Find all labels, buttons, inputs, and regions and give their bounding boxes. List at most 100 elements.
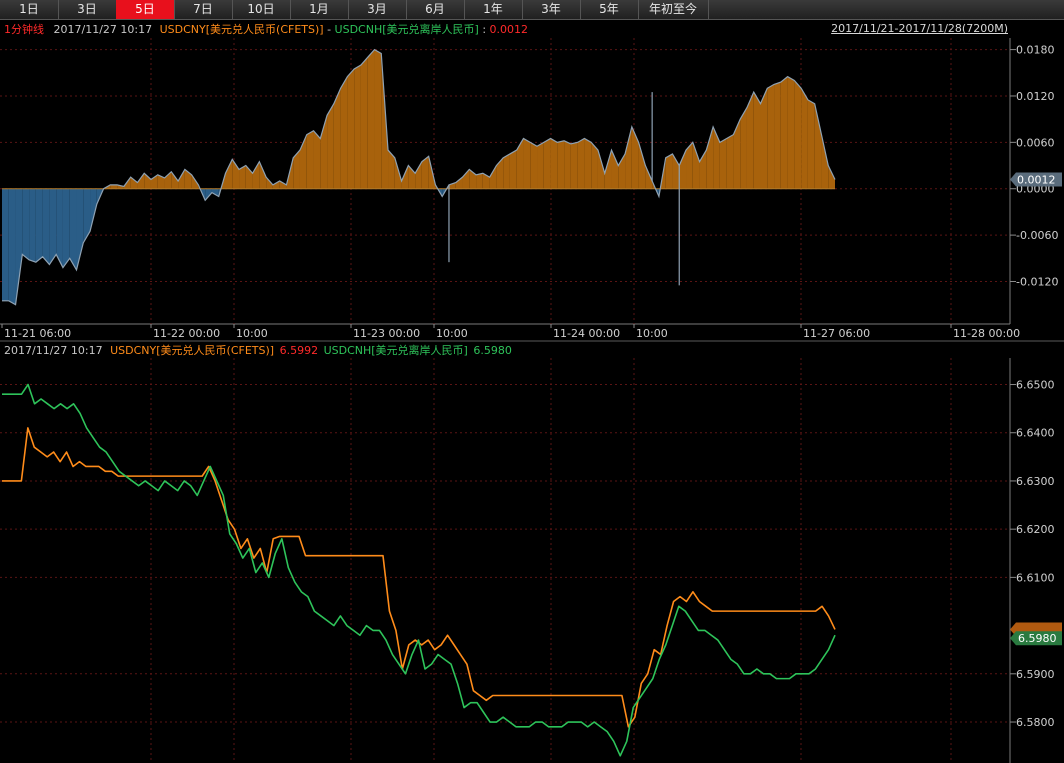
spread-area-positive [171,171,179,189]
spread-area-positive [719,138,727,189]
spread-area-positive [564,140,571,189]
spread-area-negative [200,188,206,201]
spread-area-positive [293,150,300,189]
spread-area-positive [272,181,280,189]
spread-area-positive [821,134,829,189]
spread-area-positive [476,173,483,189]
current-spread-label: 0.0012 [1017,173,1056,186]
x-tick-label: 11-23 00:00 [353,327,420,340]
spread-area-positive [333,88,341,189]
tab-1月[interactable]: 1月 [290,0,349,19]
tab-5日[interactable]: 5日 [116,0,175,19]
spread-area-positive [482,173,490,189]
spread-area-positive [103,184,111,189]
spread-area-positive [516,138,524,189]
tab-10日[interactable]: 10日 [232,0,291,19]
spread-area-positive [354,65,361,189]
spread-area-negative [22,188,30,260]
tab-7日[interactable]: 7日 [174,0,233,19]
spread-area-positive [692,142,700,189]
spread-area-positive [530,142,538,189]
spread-area-positive [435,184,438,189]
spread-area-positive [144,173,151,189]
spread-area-positive [652,181,656,189]
spread-area-positive [597,150,605,189]
spread-area-positive [570,142,578,189]
bottom-y-tick-label: 6.6100 [1016,571,1055,584]
spread-area-negative [658,188,661,197]
spread-area-positive [327,103,334,189]
x-tick-label: 11-28 00:00 [953,327,1020,340]
top-y-tick-label: 0.0000 [1016,183,1055,196]
spread-area-positive [455,177,463,189]
spread-area-positive [611,150,619,189]
spread-area-positive [828,165,835,189]
spread-area-positive [408,165,416,189]
spread-area-positive [123,177,131,189]
spread-area-positive [428,156,436,189]
spread-area-positive [557,140,565,189]
tab-5年[interactable]: 5年 [580,0,639,19]
spread-area-positive [245,165,253,189]
spread-area-positive [374,49,382,189]
spread-area-positive [523,138,531,189]
spread-area-positive [367,49,375,189]
spread-area-positive [252,161,260,189]
spread-area-negative [211,188,219,197]
x-tick-label: 10:00 [236,327,268,340]
spread-area-positive [733,119,741,189]
spread-area-positive [259,161,267,189]
spread-area-positive [299,134,307,189]
spread-value: 0.0012 [489,23,529,36]
spread-area-positive [814,103,822,189]
x-tick-label: 10:00 [436,327,468,340]
spread-area-positive [604,150,612,189]
x-tick-label: 11-22 00:00 [153,327,220,340]
tab-3月[interactable]: 3月 [348,0,407,19]
spread-area-positive [388,150,395,189]
spread-chart-header: 1分钟线 2017/11/27 10:17 USDCNY[美元兑人民币(CFET… [4,22,528,38]
spread-area-positive [381,53,389,189]
tab-3日[interactable]: 3日 [58,0,117,19]
tab-3年[interactable]: 3年 [522,0,581,19]
x-tick-label: 11-27 06:00 [803,327,870,340]
spread-area-positive [509,150,517,189]
spread-area-positive [591,142,598,189]
spread-area-positive [191,174,199,189]
top-y-tick-label: 0.0060 [1016,136,1055,149]
spread-area-positive [157,174,165,189]
top-y-tick-label: -0.0120 [1016,275,1058,288]
current-spread-marker [1010,172,1062,187]
tab-1日[interactable]: 1日 [0,0,59,19]
spread-area-negative [2,188,9,301]
spread-area-positive [645,165,653,189]
cnh-series-label: USDCNH[美元兑离岸人民币] [323,344,468,357]
spread-area-positive [638,142,646,189]
spread-area-negative [69,188,77,270]
spread-area-negative [15,188,23,305]
interval-label[interactable]: 1分钟线 [4,23,44,36]
spread-area-positive [130,177,138,189]
tab-年初至今[interactable]: 年初至今 [638,0,709,19]
x-tick-label: 11-21 06:00 [4,327,71,340]
spread-area-positive [746,92,754,189]
tab-6月[interactable]: 6月 [406,0,465,19]
spread-area-positive [631,126,639,189]
spread-area-positive [220,173,226,189]
spread-colon: : [478,23,490,36]
fx-chart-canvas[interactable]: 0.0180 0.0120 0.0060 0.0000 -0.0060 -0.0120 0.… [0,0,1064,763]
spread-area-negative [8,188,16,305]
spread-area-positive [178,169,185,189]
usdcnh-last-label: 6.5980 [1018,632,1057,645]
spread-area-positive [184,169,192,189]
spread-area-negative [90,188,97,232]
spread-area-positive [340,76,348,189]
spread-area-negative [205,188,212,201]
tab-1年[interactable]: 1年 [464,0,523,19]
spread-area-positive [665,153,673,189]
spread-area-positive [740,107,747,189]
spread-area-negative [56,188,63,268]
spread-area-positive [767,84,775,189]
date-range-link[interactable]: 2017/11/21-2017/11/28(7200M) [831,22,1008,35]
spread-timestamp: 2017/11/27 10:17 [53,23,153,36]
